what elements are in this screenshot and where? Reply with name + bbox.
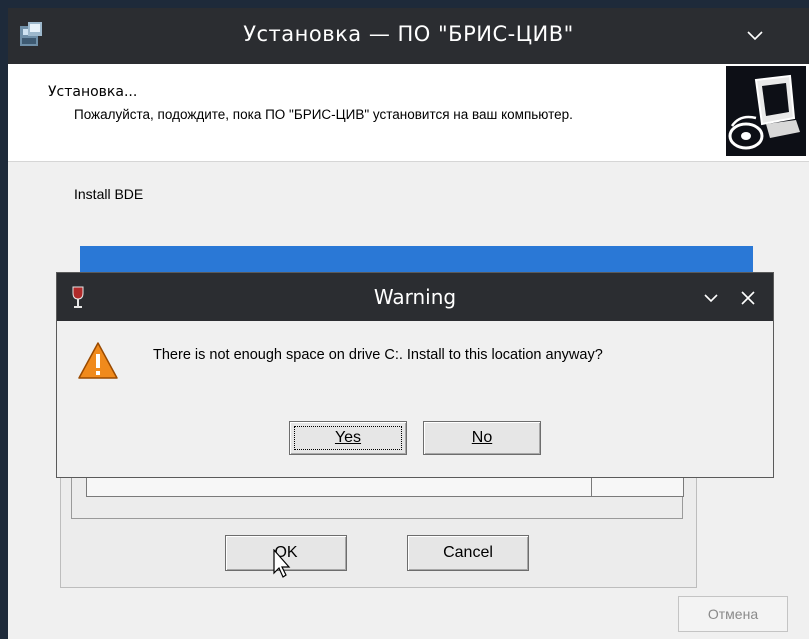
warning-triangle-icon xyxy=(78,342,118,379)
installer-title: Установка — ПО "БРИС-ЦИВ" xyxy=(243,22,574,46)
warning-title: Warning xyxy=(373,285,457,309)
no-button[interactable]: No xyxy=(423,421,541,455)
computer-disc-logo xyxy=(726,66,806,156)
cancel-button[interactable]: Отмена xyxy=(678,596,788,632)
warning-titlebar[interactable]: Warning xyxy=(57,273,773,321)
close-icon[interactable] xyxy=(739,289,757,307)
warning-message: There is not enough space on drive C:. I… xyxy=(153,347,603,363)
header-description: Пожалуйста, подождите, пока ПО "БРИС-ЦИВ… xyxy=(74,107,573,122)
installer-header: Установка... Пожалуйста, подождите, пока… xyxy=(8,64,809,162)
warning-dialog: Warning There is not enough space on dri… xyxy=(56,272,774,478)
status-text: Install BDE xyxy=(74,186,144,202)
focus-rectangle xyxy=(294,426,402,450)
yes-button[interactable]: Yes xyxy=(289,421,407,455)
chevron-down-icon[interactable] xyxy=(744,24,766,46)
header-title: Установка... xyxy=(48,84,138,100)
installer-titlebar[interactable]: Установка — ПО "БРИС-ЦИВ" xyxy=(8,8,809,64)
no-button-label: No xyxy=(471,429,493,446)
chevron-down-icon[interactable] xyxy=(702,289,720,307)
bde-cancel-button[interactable]: Cancel xyxy=(407,535,529,571)
mouse-cursor-icon xyxy=(273,549,291,578)
